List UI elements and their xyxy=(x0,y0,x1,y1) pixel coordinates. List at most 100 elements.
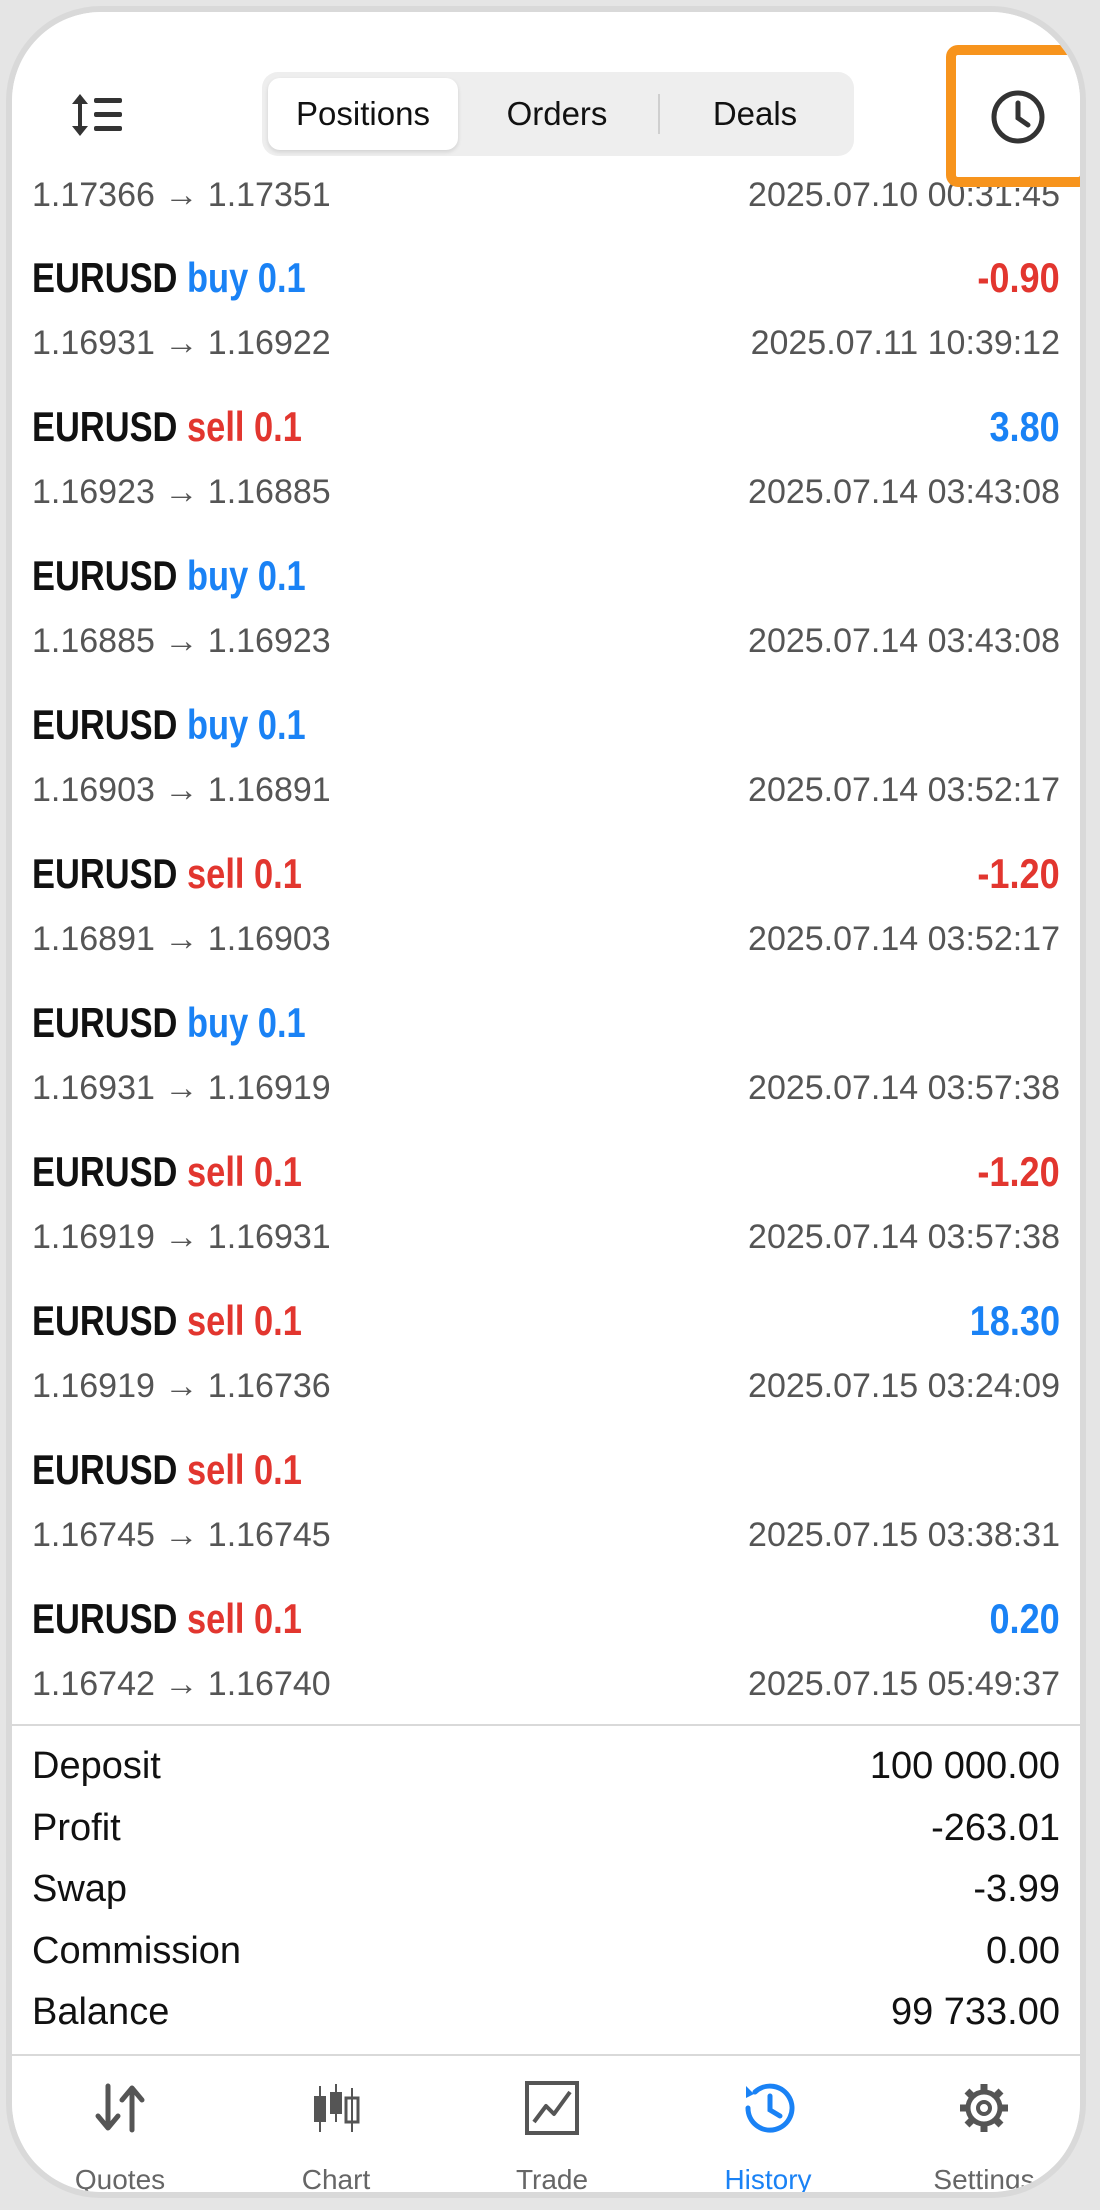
deal-profit: -1.20 xyxy=(977,1148,1060,1195)
deal-time: 2025.07.14 03:57:38 xyxy=(748,1218,1060,1256)
summary-panel: Deposit 100 000.00 Profit -263.01 Swap -… xyxy=(12,1737,1080,2045)
gear-icon xyxy=(960,2084,1008,2132)
deal-symbol: EURUSD xyxy=(32,1148,178,1195)
deal-row[interactable]: EURUSD sell 0.1 18.30 1.16919 → 1.16736 … xyxy=(12,1275,1080,1424)
segment-separator xyxy=(658,94,660,134)
tab-chart[interactable]: Chart xyxy=(228,2056,444,2192)
deal-time: 2025.07.14 03:57:38 xyxy=(748,1069,1060,1107)
deal-row[interactable]: EURUSD buy 0.1 1.16931 → 1.16919 2025.07… xyxy=(12,977,1080,1126)
deal-prices: 1.16931 → 1.16919 xyxy=(32,1069,331,1107)
deposit-label: Deposit xyxy=(32,1745,161,1787)
deal-side: buy 0.1 xyxy=(187,254,306,301)
deal-symbol: EURUSD xyxy=(32,254,178,301)
tab-positions[interactable]: Positions xyxy=(268,78,458,150)
deal-row[interactable]: EURUSD sell 0.1 3.80 1.16923 → 1.16885 2… xyxy=(12,381,1080,530)
profit-label: Profit xyxy=(32,1806,121,1849)
quotes-icon xyxy=(95,2083,145,2133)
profit-value: -263.01 xyxy=(931,1806,1060,1849)
deposit-value: 100 000.00 xyxy=(869,1745,1060,1787)
deal-side: sell 0.1 xyxy=(187,850,302,897)
deal-time: 2025.07.14 03:52:17 xyxy=(748,920,1060,958)
summary-deposit: Deposit 100 000.00 xyxy=(12,1737,1080,1799)
deal-side: sell 0.1 xyxy=(187,1595,302,1642)
deal-row[interactable]: EURUSD sell 0.1 0.20 1.16742 → 1.16740 2… xyxy=(12,1573,1080,1722)
deal-title: EURUSD sell 0.1 xyxy=(32,1595,302,1643)
deal-title: EURUSD sell 0.1 xyxy=(32,1297,302,1345)
deal-time: 2025.07.14 03:52:17 xyxy=(748,771,1060,809)
deal-time: 2025.07.14 03:43:08 xyxy=(748,622,1060,660)
tab-deals[interactable]: Deals xyxy=(662,78,848,150)
tab-quotes[interactable]: Quotes xyxy=(12,2056,228,2195)
summary-profit: Profit -263.01 xyxy=(12,1799,1080,1861)
deal-row[interactable]: EURUSD sell 0.1 -1.20 1.16919 → 1.16931 … xyxy=(12,1126,1080,1275)
deal-title: EURUSD buy 0.1 xyxy=(32,999,306,1047)
deal-row[interactable]: EURUSD sell 0.1 1.16745 → 1.16745 2025.0… xyxy=(12,1424,1080,1573)
deal-row[interactable]: EURUSD buy 0.1 -0.90 1.16931 → 1.16922 2… xyxy=(12,232,1080,381)
deal-prices: 1.17366 → 1.17351 xyxy=(32,176,331,214)
deal-side: buy 0.1 xyxy=(187,999,306,1046)
deal-profit: -1.20 xyxy=(977,850,1060,897)
deal-time: 2025.07.11 10:39:12 xyxy=(750,324,1060,362)
deal-prices: 1.16885 → 1.16923 xyxy=(32,622,331,660)
trade-chart-icon xyxy=(525,2081,579,2135)
deal-symbol: EURUSD xyxy=(32,850,178,897)
phone-screen: 1.17366 → 1.17351 2025.07.10 00:31:45 EU… xyxy=(6,6,1086,2198)
summary-swap: Swap -3.99 xyxy=(12,1860,1080,1922)
deal-symbol: EURUSD xyxy=(32,1446,178,1493)
deal-side: sell 0.1 xyxy=(187,1446,302,1493)
deal-side: sell 0.1 xyxy=(187,403,302,450)
deal-profit: 18.30 xyxy=(969,1297,1060,1344)
partial-deal-row[interactable]: 1.17366 → 1.17351 2025.07.10 00:31:45 xyxy=(12,168,1080,214)
tab-settings[interactable]: Settings xyxy=(876,2056,1080,2195)
deal-title: EURUSD buy 0.1 xyxy=(32,552,306,600)
deal-symbol: EURUSD xyxy=(32,1595,178,1642)
balance-label: Balance xyxy=(32,1991,170,2033)
swap-value: -3.99 xyxy=(973,1868,1060,1910)
deal-side: sell 0.1 xyxy=(187,1297,302,1344)
top-bar: Positions Orders Deals xyxy=(12,12,1080,187)
tab-orders[interactable]: Orders xyxy=(462,78,652,150)
deal-time: 2025.07.15 05:49:37 xyxy=(748,1665,1060,1703)
swap-label: Swap xyxy=(32,1868,128,1910)
deal-side: buy 0.1 xyxy=(187,552,306,599)
tab-quotes-label: Quotes xyxy=(74,2164,166,2195)
deal-side: sell 0.1 xyxy=(187,1148,302,1195)
tab-trade-label: Trade xyxy=(515,2164,589,2195)
deal-row[interactable]: EURUSD sell 0.1 -1.20 1.16891 → 1.16903 … xyxy=(12,828,1080,977)
commission-label: Commission xyxy=(32,1929,242,1972)
deal-symbol: EURUSD xyxy=(32,701,178,748)
deal-prices: 1.16931 → 1.16922 xyxy=(32,324,331,362)
deal-title: EURUSD sell 0.1 xyxy=(32,1446,302,1494)
deal-prices: 1.16903 → 1.16891 xyxy=(32,771,331,809)
deal-title: EURUSD sell 0.1 xyxy=(32,403,302,451)
deal-prices: 1.16745 → 1.16745 xyxy=(32,1516,331,1554)
sort-icon[interactable] xyxy=(68,90,128,140)
candlestick-icon xyxy=(314,2084,360,2132)
deal-symbol: EURUSD xyxy=(32,999,178,1046)
deal-symbol: EURUSD xyxy=(32,403,178,450)
tab-trade[interactable]: Trade xyxy=(444,2056,660,2195)
deal-prices: 1.16923 → 1.16885 xyxy=(32,473,331,511)
deal-symbol: EURUSD xyxy=(32,1297,178,1344)
summary-divider xyxy=(12,1724,1080,1726)
clock-icon xyxy=(991,90,1045,144)
deal-profit: 3.80 xyxy=(989,403,1060,450)
period-button[interactable] xyxy=(946,45,1080,187)
deal-profit: 0.20 xyxy=(989,1595,1060,1642)
balance-value: 99 733.00 xyxy=(890,1991,1060,2033)
summary-balance: Balance 99 733.00 xyxy=(12,1983,1080,2045)
deal-prices: 1.16742 → 1.16740 xyxy=(32,1665,331,1703)
deal-row[interactable]: EURUSD buy 0.1 1.16903 → 1.16891 2025.07… xyxy=(12,679,1080,828)
history-type-segmented-control: Positions Orders Deals xyxy=(262,72,854,156)
deal-title: EURUSD buy 0.1 xyxy=(32,254,306,302)
deal-prices: 1.16891 → 1.16903 xyxy=(32,920,331,958)
summary-commission: Commission 0.00 xyxy=(12,1922,1080,1984)
deal-time: 2025.07.15 03:38:31 xyxy=(748,1516,1060,1554)
tab-history[interactable]: History xyxy=(660,2056,876,2192)
deal-time: 2025.07.15 03:24:09 xyxy=(748,1367,1060,1405)
deal-row[interactable]: EURUSD buy 0.1 1.16885 → 1.16923 2025.07… xyxy=(12,530,1080,679)
bottom-tab-bar: Quotes Chart Trade History Settings xyxy=(12,2054,1080,2195)
deal-prices: 1.16919 → 1.16736 xyxy=(32,1367,331,1405)
tab-settings-label: Settings xyxy=(933,2164,1035,2195)
deal-side: buy 0.1 xyxy=(187,701,306,748)
